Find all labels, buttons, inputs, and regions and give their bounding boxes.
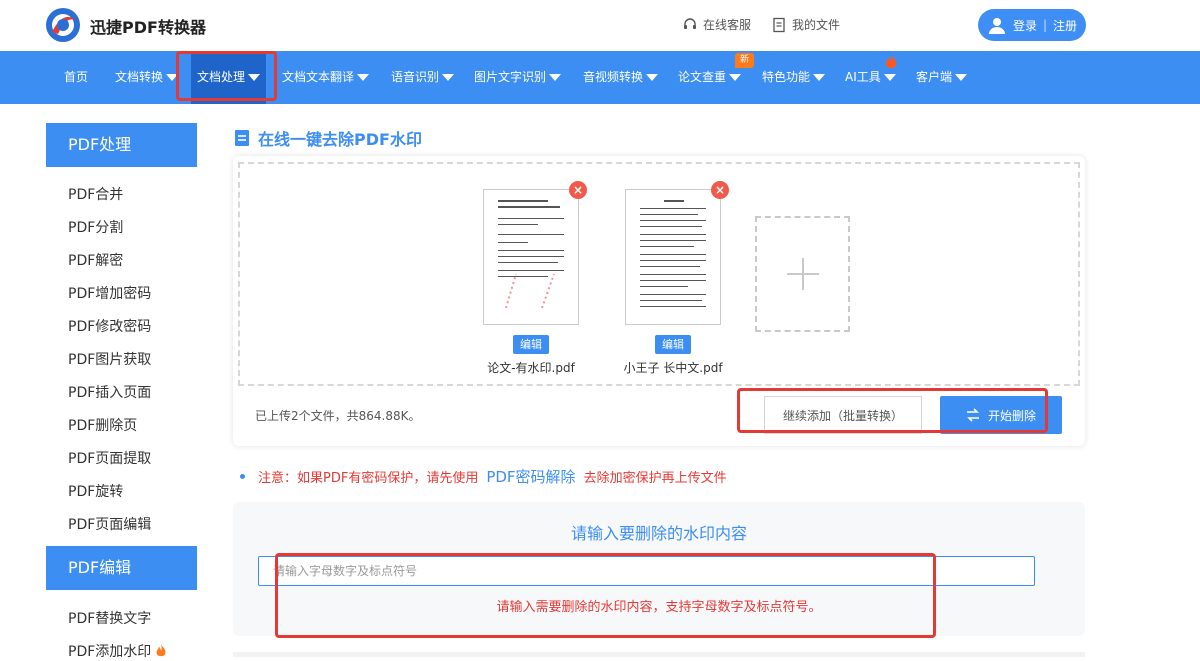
logo-icon[interactable]: [44, 6, 82, 44]
nav-features-label: 特色功能: [762, 70, 811, 84]
nav-doc-translate[interactable]: 文档文本翻译: [282, 51, 370, 104]
my-files-label: 我的文件: [792, 18, 841, 32]
sidebar-item-pdf-insert-page[interactable]: PDF插入页面: [68, 382, 151, 402]
chevron-down-icon: [813, 74, 826, 81]
add-file-box[interactable]: [755, 216, 850, 332]
document-icon: [773, 17, 785, 32]
notice-suffix: 去除加密保护再上传文件: [583, 471, 727, 486]
watermark-mark: [505, 273, 555, 309]
nav-ocr[interactable]: 图片文字识别: [474, 51, 562, 104]
edit-file-button[interactable]: 编辑: [513, 335, 549, 354]
user-icon: [988, 18, 1005, 34]
page-title-text: 在线一键去除PDF水印: [258, 130, 422, 149]
login-label[interactable]: 登录: [1013, 17, 1037, 34]
remove-file-icon[interactable]: ×: [569, 181, 587, 199]
nav-features[interactable]: 特色功能: [762, 51, 826, 104]
nav-client[interactable]: 客户端: [916, 51, 968, 104]
sidebar-item-pdf-image-extract[interactable]: PDF图片获取: [68, 349, 151, 369]
nav-client-label: 客户端: [916, 70, 953, 84]
new-badge: 新: [735, 53, 754, 68]
file-dropzone[interactable]: × 编辑 论文-有水印.pdf × 编辑 小王子 长中文.pdf: [238, 162, 1080, 386]
file-name: 论文-有水印.pdf: [487, 361, 575, 375]
nav-ai-tools-label: AI工具: [845, 70, 881, 84]
highlight-box-nav: [176, 51, 277, 101]
sidebar-item-pdf-rotate[interactable]: PDF旋转: [68, 481, 123, 501]
nav-av-convert-label: 音视频转换: [583, 70, 644, 84]
sidebar-section-pdf-edit: PDF编辑: [46, 546, 197, 590]
sidebar-item-pdf-add-password[interactable]: PDF增加密码: [68, 283, 151, 303]
chevron-down-icon: [955, 74, 968, 81]
nav-doc-convert[interactable]: 文档转换: [115, 51, 179, 104]
sidebar-item-pdf-decrypt[interactable]: PDF解密: [68, 250, 123, 270]
file-thumbnail[interactable]: [483, 189, 579, 325]
nav-home[interactable]: 首页: [64, 51, 88, 104]
page-title: 在线一键去除PDF水印: [234, 126, 422, 150]
online-service-link[interactable]: 在线客服: [682, 16, 751, 33]
login-separator: |: [1042, 18, 1048, 32]
highlight-box-actions: [737, 388, 1048, 433]
sidebar-item-pdf-page-edit[interactable]: PDF页面编辑: [68, 514, 151, 534]
fire-icon: [156, 644, 166, 657]
pdf-decrypt-link[interactable]: PDF密码解除: [486, 466, 575, 487]
nav-speech[interactable]: 语音识别: [391, 51, 455, 104]
nav-plagiarism-label: 论文查重: [678, 70, 727, 84]
divider: [233, 652, 1085, 657]
remove-file-icon[interactable]: ×: [711, 181, 729, 199]
sidebar-section-pdf-process: PDF处理: [46, 123, 197, 167]
headset-icon: [684, 17, 696, 29]
file-name: 小王子 长中文.pdf: [623, 361, 723, 375]
nav-home-label: 首页: [64, 70, 89, 84]
online-service-label: 在线客服: [703, 18, 752, 32]
brand-name: 迅捷PDF转换器: [90, 18, 206, 37]
notice-prefix: 注意：如果PDF有密码保护，请先使用: [258, 471, 479, 486]
upload-summary: 已上传2个文件，共864.88K。: [255, 409, 421, 423]
nav-doc-convert-label: 文档转换: [115, 70, 164, 84]
nav-doc-translate-label: 文档文本翻译: [282, 70, 355, 84]
chevron-down-icon: [357, 74, 370, 81]
nav-plagiarism[interactable]: 论文查重: [678, 51, 742, 104]
file-card: × 编辑 论文-有水印.pdf: [483, 181, 587, 376]
login-register-button[interactable]: 登录 | 注册: [978, 9, 1086, 41]
bullet-dot: [240, 474, 245, 479]
chevron-down-icon: [646, 74, 659, 81]
document-icon: [235, 130, 249, 146]
sidebar-item-pdf-add-watermark[interactable]: PDF添加水印: [68, 641, 167, 661]
sidebar-item-pdf-replace-text[interactable]: PDF替换文字: [68, 608, 151, 628]
password-notice: 注意：如果PDF有密码保护，请先使用 PDF密码解除 去除加密保护再上传文件: [240, 466, 727, 487]
chevron-down-icon: [549, 74, 562, 81]
sidebar-item-pdf-page-extract[interactable]: PDF页面提取: [68, 448, 151, 468]
chevron-down-icon: [883, 74, 896, 81]
fire-icon: [885, 54, 897, 68]
register-label[interactable]: 注册: [1053, 17, 1077, 34]
nav-ocr-label: 图片文字识别: [474, 70, 547, 84]
chevron-down-icon: [442, 74, 455, 81]
file-thumbnail[interactable]: [625, 189, 721, 325]
my-files-link[interactable]: 我的文件: [771, 16, 840, 33]
file-card: × 编辑 小王子 长中文.pdf: [623, 181, 729, 376]
highlight-box-input: [275, 553, 936, 638]
watermark-input-title: 请输入要删除的水印内容: [570, 524, 747, 543]
top-bar: 迅捷PDF转换器 在线客服 我的文件 登录 | 注册: [0, 0, 1200, 51]
plus-icon: [786, 258, 819, 290]
nav-av-convert[interactable]: 音视频转换: [583, 51, 659, 104]
nav-speech-label: 语音识别: [391, 70, 440, 84]
sidebar-item-pdf-split[interactable]: PDF分割: [68, 217, 123, 237]
sidebar-item-pdf-change-password[interactable]: PDF修改密码: [68, 316, 151, 336]
sidebar-item-pdf-add-watermark-label: PDF添加水印: [68, 644, 152, 660]
edit-file-button[interactable]: 编辑: [655, 335, 691, 354]
sidebar-item-pdf-merge[interactable]: PDF合并: [68, 184, 123, 204]
sidebar-item-pdf-delete-page[interactable]: PDF删除页: [68, 415, 137, 435]
chevron-down-icon: [729, 74, 742, 81]
